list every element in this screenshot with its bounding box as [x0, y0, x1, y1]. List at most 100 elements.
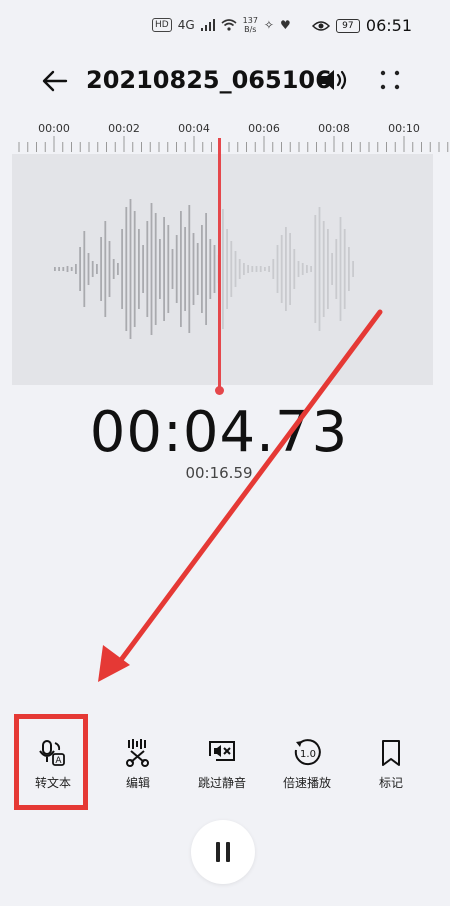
waveform-bar [310, 266, 312, 272]
waveform-bar [146, 221, 149, 317]
network-label: 4G [177, 18, 195, 32]
waveform-bar [318, 207, 321, 331]
waveform-bar [285, 227, 287, 311]
waveform-bar [104, 221, 107, 317]
status-right: 97 06:51 [311, 16, 412, 35]
waveform-bar [327, 229, 329, 309]
waveform-bar [91, 261, 94, 277]
waveform-bar [255, 266, 258, 272]
waveform-bar [108, 241, 111, 297]
tool-label: 倍速播放 [282, 776, 331, 790]
waveform-bar [159, 239, 161, 299]
waveform-bar [96, 264, 98, 274]
vibration-icon: ✧ [263, 18, 274, 32]
waveform-bar [167, 225, 170, 313]
waveform-bar [301, 263, 304, 275]
waveform-bar [83, 231, 86, 307]
waveform-bar [58, 267, 60, 271]
waveform-bar [154, 213, 157, 325]
waveform-bar [184, 227, 186, 311]
waveform-bar [205, 213, 207, 325]
waveform-bar [293, 249, 296, 289]
playback-speed-button[interactable]: 1.0 倍速播放 [262, 730, 352, 800]
waveform-bar [251, 266, 254, 272]
waveform-bar [222, 209, 224, 329]
top-app-bar: 20210825_065106 [0, 56, 450, 106]
waveform-bar [352, 261, 354, 277]
waveform-bar [234, 251, 237, 287]
status-left: HD 4G 137 B/s ✧ ♥ [152, 16, 291, 34]
waveform-bar [264, 267, 266, 271]
waveform-bar [70, 267, 73, 271]
tool-label: 标记 [378, 776, 403, 790]
back-arrow-icon[interactable] [38, 64, 72, 98]
waveform-bar [268, 266, 270, 272]
waveform-bar [62, 267, 65, 271]
speed-badge: 1.0 [300, 749, 316, 760]
bookmark-icon [382, 740, 400, 766]
waveform-bar [339, 217, 342, 321]
waveform-bar [125, 207, 128, 331]
hd-icon: HD [152, 18, 172, 32]
waveform-bar [138, 229, 140, 309]
speed-value: 137 [242, 16, 258, 25]
waveform-bar [335, 239, 338, 299]
waveform-bar [163, 217, 165, 321]
waveform-bar [280, 235, 283, 303]
network-speed: 137 B/s [243, 16, 258, 34]
waveform-area[interactable] [12, 154, 433, 385]
waveform-bar [348, 247, 350, 291]
waveform-bar [209, 239, 212, 299]
waveform-bar [54, 267, 56, 271]
playhead[interactable] [215, 138, 224, 395]
waveform-bar [100, 237, 102, 301]
skip-silence-button[interactable]: 跳过静音 [177, 730, 267, 800]
waveform-bar [121, 229, 123, 309]
waveform-bar [117, 263, 119, 275]
playhead-handle[interactable] [215, 386, 224, 395]
waveform-bar [289, 233, 291, 305]
waveform-bar [259, 266, 262, 272]
current-time: 00:04.73 [89, 400, 349, 465]
speed-unit: B/s [244, 25, 257, 34]
pause-button[interactable] [191, 820, 255, 884]
time-ruler[interactable]: 00:00 00:02 00:04 00:06 00:08 00:10 [0, 110, 450, 156]
waveform-bar [112, 259, 115, 279]
waveform-bar [226, 229, 228, 309]
waveform-bar [188, 205, 191, 333]
eye-icon [311, 20, 330, 31]
ruler-ticks [18, 136, 449, 152]
waveform-bar [129, 199, 132, 339]
signal-icon [200, 19, 215, 31]
waveform-bar [314, 215, 317, 323]
waveform-bar [331, 253, 333, 285]
edit-scissors-icon [126, 739, 149, 767]
more-options-icon[interactable] [376, 66, 404, 94]
waveform-bar [238, 259, 241, 279]
waveform-bar [192, 233, 195, 305]
tool-label: 跳过静音 [197, 776, 246, 790]
edit-button[interactable]: 编辑 [93, 730, 183, 800]
waveform-bar [276, 245, 279, 293]
waveform-bar [322, 221, 325, 317]
waveform-bar [343, 229, 346, 309]
bookmark-button[interactable]: 标记 [346, 730, 436, 800]
playback-speed-icon: 1.0 [294, 739, 321, 766]
recording-title: 20210825_065106 [86, 66, 332, 94]
waveform-bar [87, 253, 90, 285]
total-duration: 00:16.59 [185, 464, 253, 482]
heart-icon: ♥ [279, 18, 291, 32]
waveform-bar [133, 211, 136, 327]
waveform-bar [306, 265, 308, 273]
skip-silence-icon [209, 741, 235, 761]
speaker-icon[interactable] [318, 66, 350, 94]
pause-bar [216, 842, 220, 862]
waveform-bar [243, 263, 245, 275]
waveform-bar [79, 247, 81, 291]
annotation-highlight-box [14, 714, 88, 810]
tool-label: 编辑 [125, 776, 150, 790]
waveform-bar [75, 264, 77, 274]
waveform-bar [297, 261, 300, 277]
waveform-bar [196, 243, 199, 295]
waveform-bar [142, 245, 144, 293]
